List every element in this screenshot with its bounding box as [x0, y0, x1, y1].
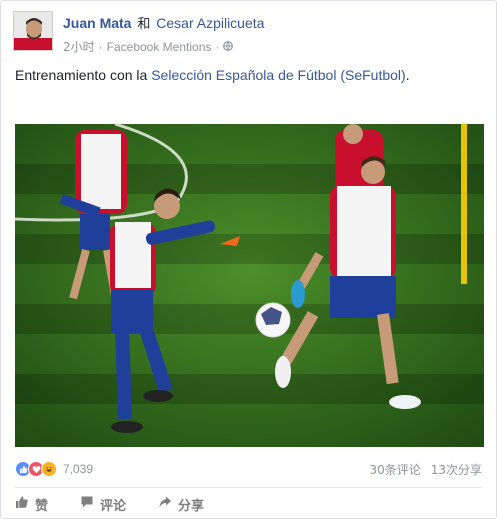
globe-icon[interactable] — [223, 40, 234, 54]
thumbs-up-icon — [15, 495, 29, 513]
comment-button[interactable]: 评论 — [80, 493, 126, 515]
header-text: Juan Mata 和 Cesar Azpilicueta 2小时 · Face… — [63, 14, 264, 55]
stats-divider — [15, 487, 482, 488]
post-photo[interactable] — [15, 124, 484, 447]
post-meta: 2小时 · Facebook Mentions · — [63, 38, 264, 55]
reaction-count: 7,039 — [63, 462, 94, 476]
comment-label: 评论 — [100, 498, 127, 514]
share-button[interactable]: 分享 — [158, 493, 204, 515]
comment-icon — [80, 495, 94, 513]
post-time[interactable]: 2小时 — [63, 38, 95, 55]
meta-separator: · — [98, 39, 103, 54]
comment-count-link[interactable]: 30条评论 — [369, 461, 420, 478]
post-source[interactable]: Facebook Mentions — [107, 40, 212, 54]
page-mention-link[interactable]: Selección Española de Fútbol (SeFutbol) — [151, 67, 405, 83]
post-stats: 7,039 30条评论 13次分享 — [15, 459, 482, 481]
author-line: Juan Mata 和 Cesar Azpilicueta — [63, 14, 264, 34]
caption-end: . — [405, 67, 410, 83]
like-label: 赞 — [35, 498, 49, 514]
post-caption: Entrenamiento con la Selección Española … — [15, 65, 482, 85]
share-count-link[interactable]: 13次分享 — [431, 461, 482, 478]
author-name-link[interactable]: Juan Mata — [63, 15, 131, 31]
haha-icon — [41, 461, 57, 477]
caption-text: Entrenamiento con la — [15, 67, 152, 83]
engagement-counts: 30条评论 13次分享 — [369, 461, 482, 478]
post-header: Juan Mata 和 Cesar Azpilicueta 2小时 · Face… — [13, 11, 484, 55]
author-avatar[interactable] — [13, 11, 53, 51]
share-label: 分享 — [178, 498, 205, 514]
facebook-post-card: Juan Mata 和 Cesar Azpilicueta 2小时 · Face… — [0, 0, 497, 519]
share-icon — [158, 495, 172, 513]
conjunction-text: 和 — [137, 17, 151, 32]
tagged-person-link[interactable]: Cesar Azpilicueta — [156, 15, 264, 31]
like-button[interactable]: 赞 — [15, 493, 48, 515]
post-actions: 赞 评论 分享 — [15, 493, 482, 515]
reactions-summary[interactable]: 7,039 — [15, 461, 93, 477]
meta-separator-2: · — [215, 39, 220, 54]
